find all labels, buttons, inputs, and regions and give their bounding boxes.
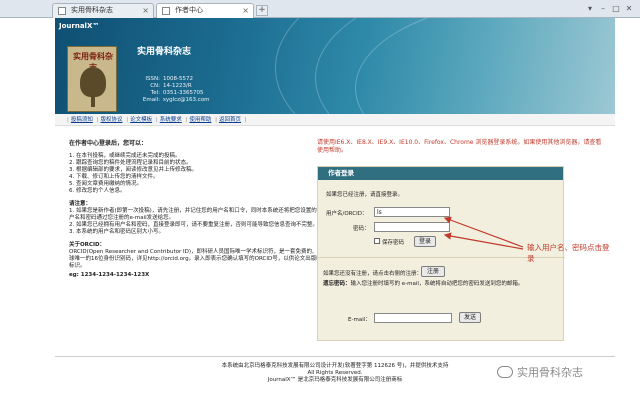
meta-value: 0351-3365705 xyxy=(163,90,204,96)
page-icon xyxy=(58,7,66,15)
list-item: 3. 根据编辑部的要求，阅读修改意见并上传修改稿。 xyxy=(69,167,197,173)
email-input[interactable] xyxy=(374,313,452,323)
annotation-text: 输入用户名、密码点击登录 xyxy=(527,243,610,263)
meta-value: 14-1223/R xyxy=(163,83,192,89)
username-input[interactable]: ls xyxy=(374,207,450,217)
close-window-icon[interactable]: ✕ xyxy=(623,3,635,14)
feature-list: 1. 在本刊投稿，或继续完成还未完成的投稿。 2. 跟踪查询您的稿件处理流程记录… xyxy=(69,153,324,195)
journal-title: 实用骨科杂志 xyxy=(137,47,192,57)
list-item: 2. 跟踪查询您的稿件处理流程记录和目前的状态。 xyxy=(69,160,192,166)
tab-home[interactable]: 实用骨科杂志 × xyxy=(52,3,154,18)
meta-value: 1008-5572 xyxy=(163,76,193,82)
password-label: 密码： xyxy=(353,226,370,232)
minimize-icon[interactable]: – xyxy=(597,3,609,14)
forgot-description: 输入您注册时填写的 e-mail，系统将自动把您的密码发送到您的邮箱。 xyxy=(350,281,524,287)
meta-key: CN: xyxy=(150,83,160,89)
list-item: 6. 修改您的个人信息。 xyxy=(69,188,126,194)
meta-key: Email: xyxy=(142,97,160,103)
new-tab-button[interactable]: + xyxy=(256,5,268,16)
orcid-text: ORCID(Open Researcher and Contributor ID… xyxy=(69,249,324,269)
tips-heading: 请注意： xyxy=(69,201,92,207)
list-item: 1. 在本刊投稿，或继续完成还未完成的投稿。 xyxy=(69,153,181,159)
login-intro: 如果您已经注册，请直接登录。 xyxy=(326,192,404,198)
password-input[interactable] xyxy=(374,222,450,232)
cover-trunk-graphic xyxy=(91,91,95,107)
close-icon[interactable]: × xyxy=(142,4,149,17)
watermark-text: 实用骨科杂志 xyxy=(517,366,583,379)
remember-label: 保存密码 xyxy=(382,240,405,246)
welcome-panel: 在作者中心登录后，您可以： 1. 在本刊投稿，或继续完成还未完成的投稿。 2. … xyxy=(69,140,324,279)
journal-meta: ISSN: 1008-5572 CN: 14-1223/R Tel: 0351-336… xyxy=(137,76,210,104)
nav-help[interactable]: 使用帮助 xyxy=(189,117,211,123)
wechat-icon xyxy=(497,366,513,378)
journal-banner: JournalX™ 实用骨科杂志 实用骨科杂志 ISSN:1008-5572 C… xyxy=(55,18,615,114)
email-label: E-mail： xyxy=(348,317,371,323)
wechat-watermark: 实用骨科杂志 xyxy=(497,364,583,380)
meta-key: Tel: xyxy=(150,90,160,96)
journalx-logo: JournalX™ xyxy=(59,22,100,30)
nav-system-req[interactable]: 系统要求 xyxy=(160,117,182,123)
nav-template[interactable]: 论文模板 xyxy=(130,117,152,123)
close-icon[interactable]: × xyxy=(242,4,249,17)
tip-item: 2. 如果您已经拥有用户名和密码，直接登录即可，请不要重复注册，否则可能导致您信… xyxy=(69,222,318,228)
register-button[interactable]: 注册 xyxy=(421,266,445,277)
tab-label: 实用骨科杂志 xyxy=(71,6,113,14)
tab-author-center[interactable]: 作者中心 × xyxy=(156,3,254,18)
tip-item: 1. 如果您是新作者(即第一次投稿)，请先注册，并记住您的用户名和口令，同时本系… xyxy=(69,208,323,221)
meta-value: syglcz@163.com xyxy=(163,97,210,103)
send-button[interactable]: 发送 xyxy=(459,312,481,323)
login-button[interactable]: 登录 xyxy=(414,236,436,247)
forgot-password-text: 遗忘密码：输入您注册时填写的 e-mail，系统将自动把您的密码发送到您的邮箱。 xyxy=(323,281,561,288)
annotation-note: 输入用户名、密码点击登录 xyxy=(527,242,611,264)
orcid-heading: 关于ORCID： xyxy=(69,242,106,248)
register-intro: 如果您还没有注册，请点击右侧的注册： xyxy=(323,271,423,277)
browser-warning: 请使用IE6.X、IE8.X、IE9.X、IE10.0、Firefox、Chro… xyxy=(317,139,602,154)
nav-submission-guide[interactable]: 投稿须知 xyxy=(71,117,93,123)
orcid-example: eg: 1234-1234-1234-123X xyxy=(69,272,150,278)
nav-home[interactable]: 返回首页 xyxy=(219,117,241,123)
maximize-icon[interactable]: □ xyxy=(610,3,622,14)
decorative-wave xyxy=(355,18,615,114)
tab-list-icon[interactable]: ▾ xyxy=(584,3,596,14)
journal-cover-image: 实用骨科杂志 xyxy=(67,46,117,112)
page-icon xyxy=(162,7,170,15)
nav-copyright[interactable]: 版权协议 xyxy=(100,117,122,123)
top-nav: | 投稿须知 | 版权协议 | 论文模板 | 系统要求 | 使用帮助 | 返回首页 | xyxy=(55,114,615,126)
tip-item: 3. 本系统的用户名和密码区别大小写。 xyxy=(69,229,164,235)
tab-label: 作者中心 xyxy=(175,6,203,14)
list-item: 4. 下载、修订和上传您的清样文件。 xyxy=(69,174,159,180)
welcome-heading: 在作者中心登录后，您可以： xyxy=(69,140,148,147)
remember-password-checkbox[interactable] xyxy=(374,238,380,244)
username-label: 用户名/ORCID： xyxy=(326,211,368,217)
browser-tab-bar: 实用骨科杂志 × 作者中心 × + ▾ – □ ✕ xyxy=(0,0,640,18)
list-item: 5. 查阅文章费用缴纳的情况。 xyxy=(69,181,142,187)
meta-key: ISSN: xyxy=(145,76,160,82)
login-header: 作者登录 xyxy=(318,167,563,180)
forgot-label: 遗忘密码： xyxy=(323,281,351,287)
main-content: 在作者中心登录后，您可以： 1. 在本刊投稿，或继续完成还未完成的投稿。 2. … xyxy=(55,126,615,352)
